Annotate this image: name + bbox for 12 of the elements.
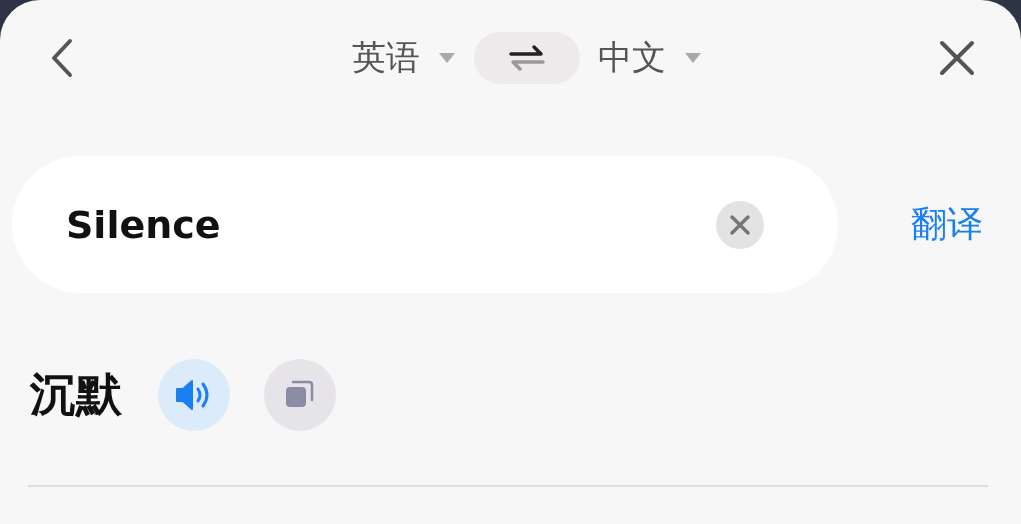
close-icon[interactable] — [939, 40, 975, 76]
translation-result: 沉默 — [30, 366, 122, 423]
input-field[interactable]: Silence — [12, 156, 838, 293]
clear-button[interactable] — [716, 200, 764, 249]
caret-icon — [683, 52, 702, 64]
swap-languages-button[interactable] — [473, 32, 580, 84]
back-icon[interactable] — [50, 38, 74, 78]
target-language-dropdown[interactable]: 中文 — [589, 35, 710, 81]
caret-icon — [437, 52, 456, 64]
source-language-dropdown[interactable]: 英语 — [343, 35, 464, 81]
translate-button[interactable]: 翻译 — [911, 200, 983, 249]
clear-icon — [729, 213, 751, 236]
